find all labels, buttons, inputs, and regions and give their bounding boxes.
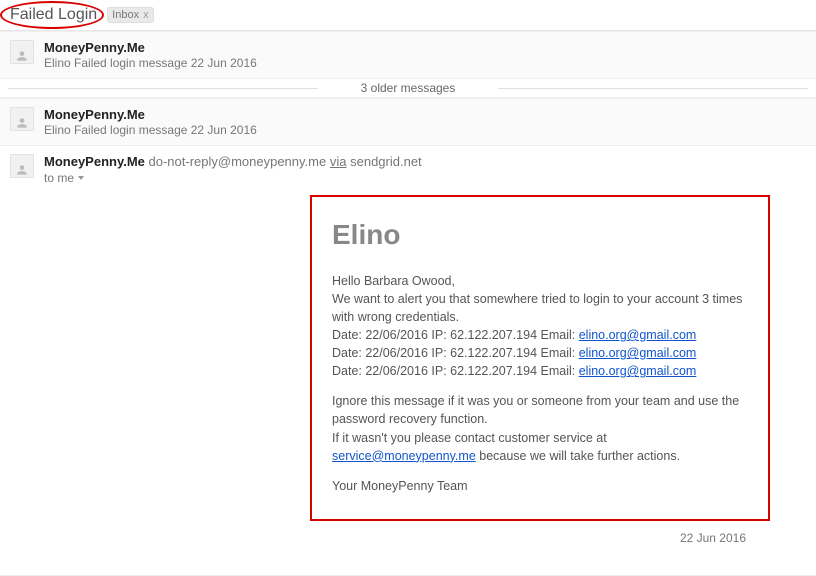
email-body: Elino Hello Barbara Owood, We want to al… — [310, 195, 770, 521]
older-messages-text: 3 older messages — [361, 81, 456, 95]
to-text: to me — [44, 171, 74, 185]
expanded-header: MoneyPenny.Me do-not-reply@moneypenny.me… — [10, 154, 806, 185]
signoff: Your MoneyPenny Team — [332, 477, 748, 495]
contact-post: because we will take further actions. — [476, 449, 680, 463]
body-brand: Elino — [332, 215, 748, 256]
collapsed-message[interactable]: MoneyPenny.Me Elino Failed login message… — [0, 98, 816, 145]
ignore-text: Ignore this message if it was you or som… — [332, 392, 748, 428]
person-icon — [15, 116, 29, 130]
via-host: sendgrid.net — [350, 154, 422, 169]
sender-name: MoneyPenny.Me — [44, 40, 806, 55]
attempt-prefix: Date: 22/06/2016 IP: 62.122.207.194 Emai… — [332, 328, 579, 342]
thread-header: Failed Login Inbox x — [0, 0, 816, 31]
greeting: Hello Barbara Owood, — [332, 272, 748, 290]
message-snippet: Elino Failed login message 22 Jun 2016 — [44, 123, 806, 137]
from-name: MoneyPenny.Me — [44, 154, 145, 169]
attempt-prefix: Date: 22/06/2016 IP: 62.122.207.194 Emai… — [332, 364, 579, 378]
sender-name: MoneyPenny.Me — [44, 107, 806, 122]
body-intro: Hello Barbara Owood, We want to alert yo… — [332, 272, 748, 381]
support-email-link[interactable]: service@moneypenny.me — [332, 449, 476, 463]
message-date: 22 Jun 2016 — [10, 521, 806, 555]
from-line: MoneyPenny.Me do-not-reply@moneypenny.me… — [44, 154, 422, 169]
intro-text: We want to alert you that somewhere trie… — [332, 290, 748, 326]
message-snippet: Elino Failed login message 22 Jun 2016 — [44, 56, 806, 70]
attempt-email-link[interactable]: elino.org@gmail.com — [579, 346, 697, 360]
expanded-from-block: MoneyPenny.Me do-not-reply@moneypenny.me… — [44, 154, 422, 185]
attempt-email-link[interactable]: elino.org@gmail.com — [579, 364, 697, 378]
label-chip-inbox[interactable]: Inbox x — [107, 7, 153, 23]
collapsed-message[interactable]: MoneyPenny.Me Elino Failed login message… — [0, 31, 816, 78]
login-attempt: Date: 22/06/2016 IP: 62.122.207.194 Emai… — [332, 362, 748, 380]
login-attempt: Date: 22/06/2016 IP: 62.122.207.194 Emai… — [332, 344, 748, 362]
message-meta: MoneyPenny.Me Elino Failed login message… — [44, 107, 806, 137]
avatar — [10, 154, 34, 178]
attempt-email-link[interactable]: elino.org@gmail.com — [579, 328, 697, 342]
subject-text: Failed Login — [10, 6, 97, 23]
body-instructions: Ignore this message if it was you or som… — [332, 392, 748, 465]
expanded-message: MoneyPenny.Me do-not-reply@moneypenny.me… — [0, 145, 816, 571]
chevron-down-icon[interactable] — [78, 176, 84, 180]
via-label: via — [330, 154, 347, 169]
avatar — [10, 107, 34, 131]
from-address: do-not-reply@moneypenny.me — [149, 154, 327, 169]
contact-line: If it wasn't you please contact customer… — [332, 429, 748, 465]
avatar — [10, 40, 34, 64]
label-remove-icon[interactable]: x — [143, 9, 149, 21]
person-icon — [15, 163, 29, 177]
message-meta: MoneyPenny.Me Elino Failed login message… — [44, 40, 806, 70]
thread-subject: Failed Login — [10, 6, 97, 24]
person-icon — [15, 49, 29, 63]
label-chip-text: Inbox — [112, 9, 139, 21]
to-line[interactable]: to me — [44, 171, 422, 185]
login-attempt: Date: 22/06/2016 IP: 62.122.207.194 Emai… — [332, 326, 748, 344]
older-messages-bar[interactable]: 3 older messages — [0, 78, 816, 98]
contact-pre: If it wasn't you please contact customer… — [332, 431, 607, 445]
attempt-prefix: Date: 22/06/2016 IP: 62.122.207.194 Emai… — [332, 346, 579, 360]
